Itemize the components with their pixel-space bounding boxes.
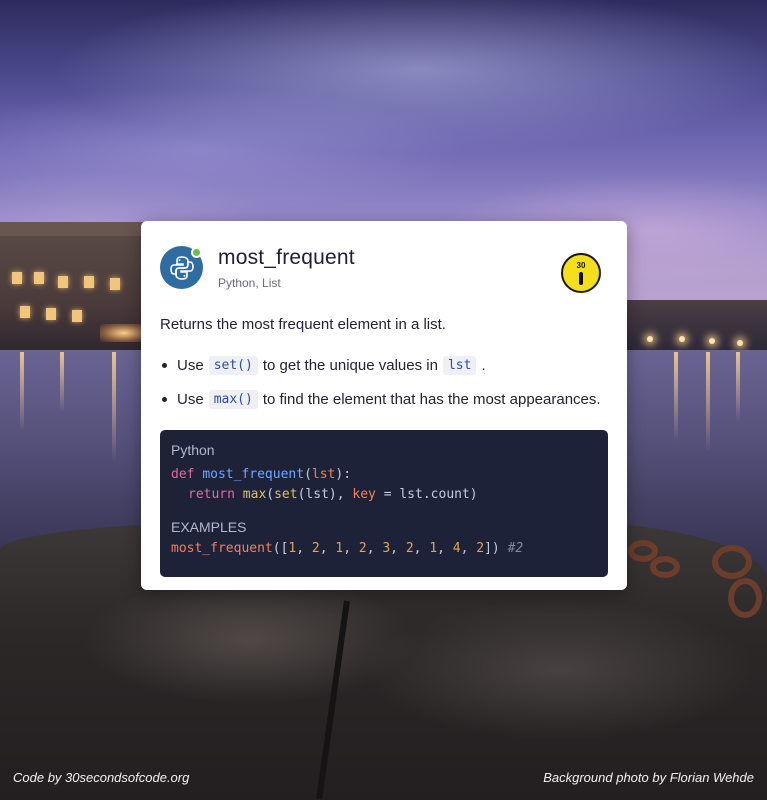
example-result-comment: #2 (507, 541, 524, 556)
status-dot (191, 247, 202, 258)
snippet-description: Returns the most frequent element in a l… (160, 316, 446, 333)
list-item: Use max() to find the element that has t… (160, 390, 601, 409)
harbor-buildings-right (627, 300, 767, 352)
code-credit-link[interactable]: Code by 30secondsofcode.org (13, 770, 189, 785)
inline-code: set() (208, 356, 258, 375)
list-item: Use set() to get the unique values in ls… (160, 356, 486, 375)
inline-code: lst (442, 356, 477, 375)
harbor-buildings-left (0, 222, 148, 354)
snippet-card: most_frequent Python, List 30 Returns th… (141, 221, 627, 590)
thirty-seconds-stopwatch-icon: 30 (561, 253, 601, 293)
snippet-title: most_frequent (218, 246, 355, 269)
code-line: def most_frequent(lst): (171, 467, 352, 482)
code-language-label: Python (171, 442, 215, 458)
photo-credit-link[interactable]: Background photo by Florian Wehde (543, 770, 754, 785)
inline-code: max() (208, 390, 258, 409)
code-example-line: most_frequent([1, 2, 1, 2, 3, 2, 1, 4, 2… (171, 541, 524, 556)
examples-label: EXAMPLES (171, 519, 247, 535)
code-block: Python def most_frequent(lst): return ma… (160, 430, 608, 577)
code-line: return max(set(lst), key = lst.count) (188, 487, 478, 502)
snippet-tags: Python, List (218, 276, 281, 290)
badge-number: 30 (576, 261, 586, 270)
